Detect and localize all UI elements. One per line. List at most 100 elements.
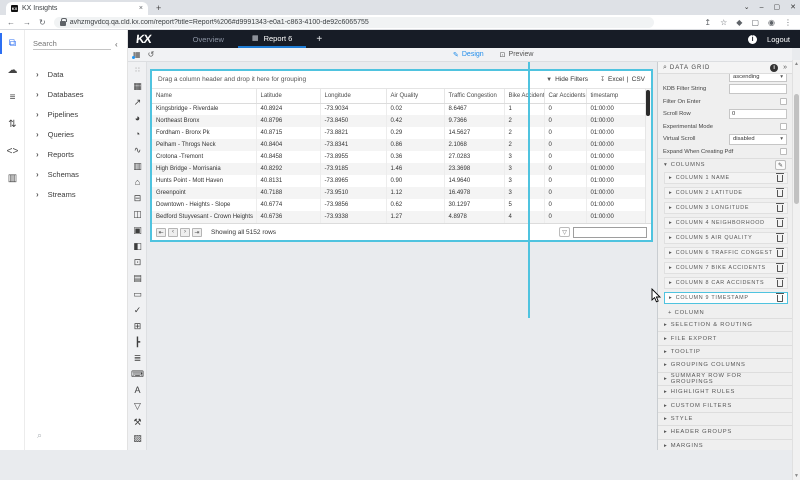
code-icon[interactable]: <> [0,138,25,165]
save-icon[interactable]: ▦ [133,50,141,59]
streams-chart-icon[interactable]: ▥ [0,165,25,192]
panel-section-header-groups[interactable]: ▸HEADER GROUPS [658,425,792,438]
cloud-icon[interactable]: ☁ [0,57,25,84]
button-widget-icon[interactable]: ▭ [128,286,147,302]
data-grid-icon[interactable]: ▦ [128,78,147,94]
table-row[interactable]: High Bridge - Morrisania40.8292-73.91851… [152,163,646,175]
table-row[interactable]: Bedford Stuyvesant - Crown Heights40.673… [152,211,646,223]
table-row[interactable]: Greenpoint40.7188-73.95101.1216.49783001… [152,187,646,199]
search-input[interactable] [33,38,111,50]
table-row[interactable]: Kingsbridge - Riverdale40.8924-73.90340.… [152,103,646,115]
delete-column-icon[interactable] [777,175,783,182]
panel-section-file-export[interactable]: ▸FILE EXPORT [658,331,792,344]
footer-filter-input[interactable] [573,227,647,238]
column-header[interactable]: timestamp [586,89,646,103]
filter-icon[interactable]: ▽ [128,398,147,414]
columns-layout-icon[interactable]: ◫ [128,206,147,222]
prev-page-button[interactable]: ‹ [168,228,178,237]
column-item-6[interactable]: ▸COLUMN 6 TRAFFIC CONGESTION [664,247,788,259]
panel-info-icon[interactable]: i [770,64,778,72]
page-scrollbar[interactable]: ▲ ▼ [792,60,800,480]
tabs-layout-icon[interactable]: ⊟ [128,190,147,206]
share-icon[interactable]: ↥ [704,18,711,27]
table-row[interactable]: Pelham - Throgs Neck40.8404-73.83410.862… [152,139,646,151]
setting-input[interactable] [729,84,787,94]
bookmark-star-icon[interactable]: ☆ [720,18,727,27]
maximize-icon[interactable]: ▢ [774,3,781,11]
profile-avatar-icon[interactable]: ◉ [768,18,775,27]
sidebar-item-schemas[interactable]: ›Schemas [25,164,127,184]
extension-icon[interactable]: ◆ [736,18,742,27]
next-page-button[interactable]: › [180,228,190,237]
design-mode-button[interactable]: ✎ Design [453,51,484,59]
sidebar-collapse-icon[interactable]: ‹ [115,40,118,49]
check-circle-icon[interactable]: ✓ [128,302,147,318]
column-item-3[interactable]: ▸COLUMN 3 LONGITUDE [664,202,788,214]
panel-section-tooltip[interactable]: ▸TOOLTIP [658,345,792,358]
footer-filter-icon[interactable]: ▽ [559,227,570,237]
last-page-button[interactable]: ⇥ [192,228,202,237]
tab-overview[interactable]: Overview [179,30,238,48]
browser-tab[interactable]: KX KX Insights × [6,2,148,15]
hide-filters-button[interactable]: ▼ Hide Filters [546,76,588,83]
column-item-9[interactable]: ▸COLUMN 9 TIMESTAMP [664,292,788,304]
page-scrollbar-thumb[interactable] [794,94,799,204]
scroll-up-icon[interactable]: ▲ [793,60,800,68]
delete-column-icon[interactable] [777,265,783,272]
sidebar-item-reports[interactable]: ›Reports [25,144,127,164]
sidebar-item-queries[interactable]: ›Queries [25,124,127,144]
address-bar[interactable]: avhzmgvdcq.qa.cld.kx.com/report?title=Re… [54,17,654,28]
pivot-table-icon[interactable]: ▥ [128,158,147,174]
donut-chart-icon[interactable]: ◔ [128,126,147,142]
browser-menu-icon[interactable]: ⋮ [784,18,792,27]
delete-column-icon[interactable] [777,250,783,257]
column-header[interactable]: Car Accidents [544,89,586,103]
table-scrollbar[interactable] [645,89,651,223]
data-grid-widget[interactable]: Drag a column header and drop it here fo… [150,69,653,242]
sidebar-item-data[interactable]: ›Data [25,64,127,84]
panel-section-grouping-columns[interactable]: ▸GROUPING COLUMNS [658,358,792,371]
setting-checkbox[interactable] [780,148,787,155]
setting-checkbox[interactable] [780,98,787,105]
preview-mode-button[interactable]: ⊡ Preview [500,51,534,59]
wrench-icon[interactable]: ⚒ [128,414,147,430]
pie-chart-icon[interactable]: ◕ [128,110,147,126]
table-row[interactable]: Crotona -Tremont40.8458-73.89550.3627.02… [152,151,646,163]
add-report-tab-button[interactable]: + [316,34,322,45]
delete-column-icon[interactable] [777,235,783,242]
panel-section-summary-row-for-groupings[interactable]: ▸SUMMARY ROW FOR GROUPINGS [658,372,792,385]
setting-input[interactable]: 0 [729,109,787,119]
calendar-icon[interactable]: ⊞ [128,318,147,334]
delete-column-icon[interactable] [777,205,783,212]
panel-icon[interactable]: ▣ [128,222,147,238]
panel-search-icon[interactable]: ⌕ [663,64,667,72]
forward-icon[interactable]: → [23,18,31,27]
column-item-7[interactable]: ▸COLUMN 7 BIKE ACCIDENTS [664,262,788,274]
side-panel-icon[interactable]: ▢ [751,18,759,27]
drag-handle-icon[interactable]: ∷ [128,62,147,78]
columns-section-header[interactable]: ▾ COLUMNS ✎ [658,158,792,171]
delete-column-icon[interactable] [777,280,783,287]
reports-copy-icon[interactable]: ⧉ [0,30,25,57]
undo-icon[interactable]: ↺ [148,50,155,59]
split-layout-icon[interactable]: ◧ [128,238,147,254]
databases-list-icon[interactable]: ≡ [0,84,25,111]
column-item-5[interactable]: ▸COLUMN 5 AIR QUALITY [664,232,788,244]
delete-column-icon[interactable] [777,190,783,197]
excel-export-button[interactable]: Excel [608,76,624,83]
panel-collapse-icon[interactable]: » [783,64,787,71]
column-header[interactable]: Latitude [256,89,320,103]
sparkline-icon[interactable]: ∿ [128,142,147,158]
delete-column-icon[interactable] [777,220,783,227]
image-icon[interactable]: ▨ [128,430,147,446]
table-scrollbar-thumb[interactable] [646,90,650,116]
panel-section-style[interactable]: ▸STYLE [658,412,792,425]
setting-select[interactable]: disabled▾ [729,134,787,145]
text-icon[interactable]: A [128,382,147,398]
input-field-icon[interactable]: ⌨ [128,366,147,382]
table-row[interactable]: Downtown - Heights - Slope40.6774-73.985… [152,199,646,211]
back-icon[interactable]: ← [7,18,15,27]
column-item-8[interactable]: ▸COLUMN 8 CAR ACCIDENTS [664,277,788,289]
column-header[interactable]: Name [152,89,256,103]
pipelines-icon[interactable]: ⇅ [0,111,25,138]
